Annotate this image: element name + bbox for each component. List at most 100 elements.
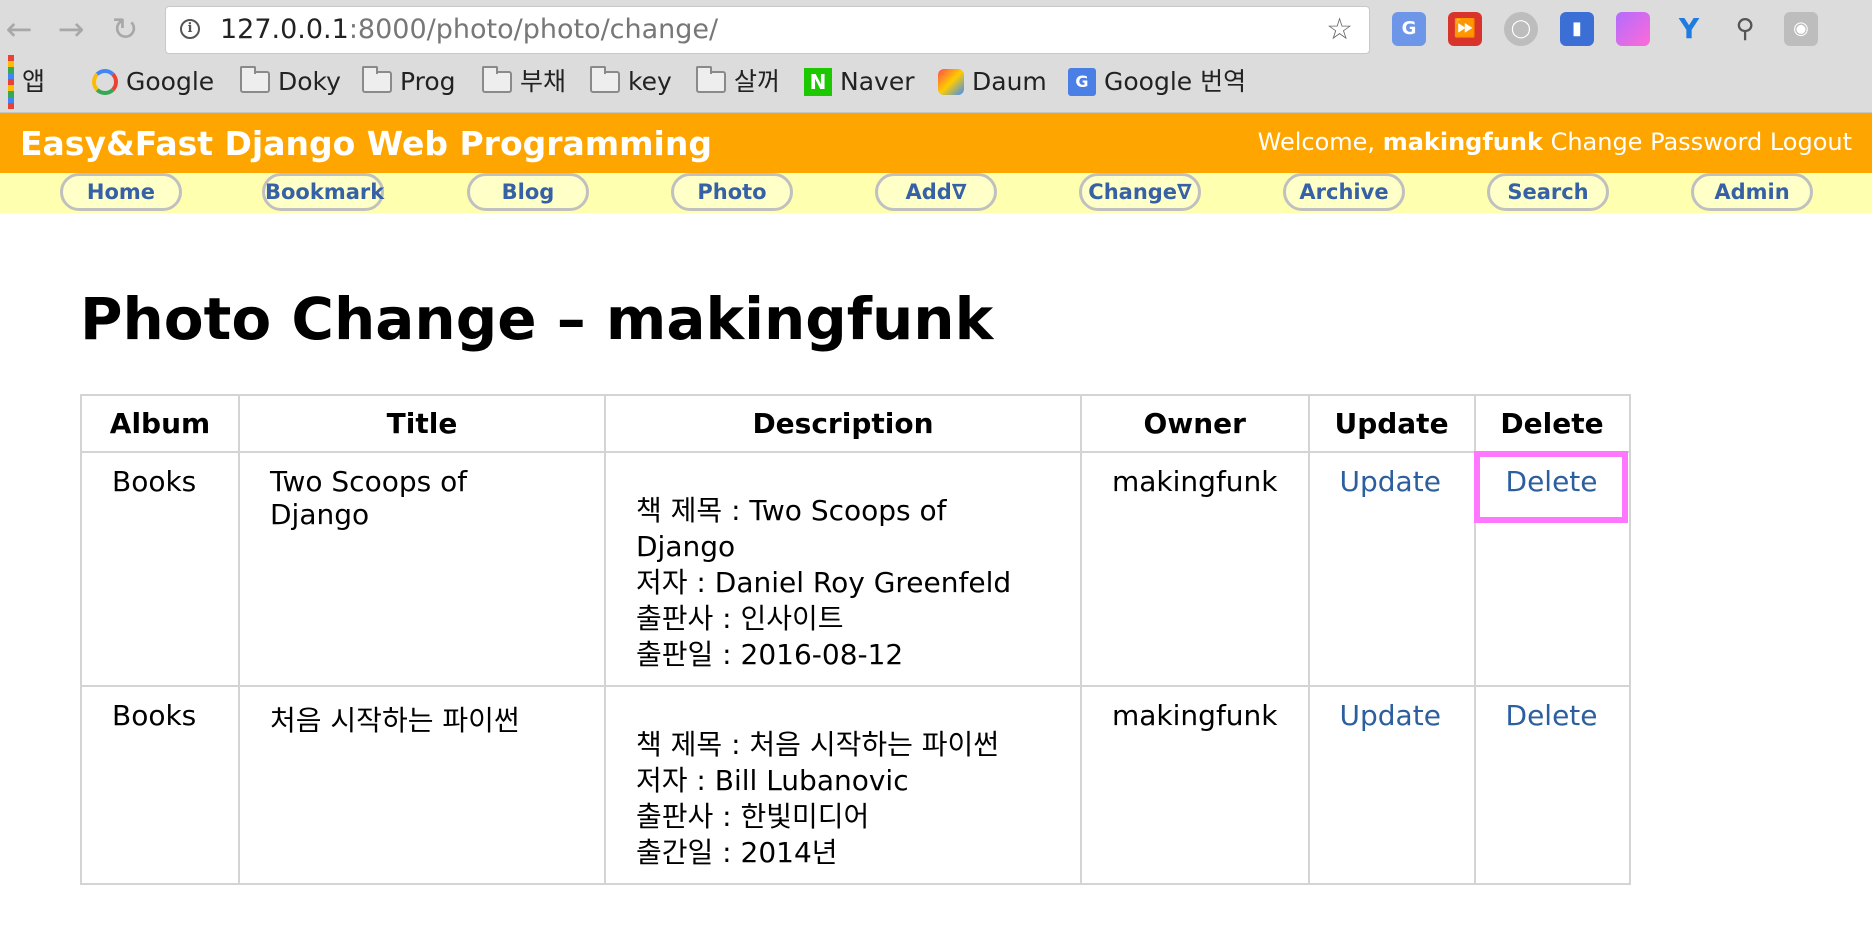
description-line: 출간일 : 2014년	[636, 836, 838, 869]
column-header-update: Update	[1307, 394, 1476, 453]
url-host: 127.0.0.1	[220, 14, 349, 45]
globe-extension-icon[interactable]: ◯	[1504, 12, 1538, 46]
highlight-box	[1473, 451, 1628, 523]
bookmark-daum[interactable]: Daum	[938, 64, 1047, 100]
bookmark-debt[interactable]: 부채	[482, 64, 566, 100]
description-line: 책 제목 : Two Scoops of Django	[636, 494, 947, 563]
photo-table: Album Title Description Owner Update Del…	[80, 394, 1631, 885]
bookmark-label: Doky	[278, 67, 341, 96]
bookmark-label: Google 번역	[1104, 67, 1247, 96]
column-header-description: Description	[604, 394, 1082, 453]
google-icon	[92, 69, 118, 95]
user-bar: Welcome, makingfunk Change Password Logo…	[1258, 128, 1852, 156]
delete-link[interactable]: Delete	[1506, 699, 1598, 732]
update-cell: Update	[1307, 685, 1476, 885]
back-arrow-icon[interactable]: ←	[0, 10, 38, 48]
key-extension-icon[interactable]: ⚲	[1728, 12, 1762, 46]
camera-extension-icon[interactable]: ◉	[1784, 12, 1818, 46]
apps-grid-icon	[8, 55, 14, 109]
folder-icon	[590, 66, 620, 93]
bookmark-label: 앱	[22, 67, 46, 96]
column-header-album: Album	[80, 394, 240, 453]
description-line: 출판사 : 한빛미디어	[636, 800, 870, 833]
update-link[interactable]: Update	[1340, 465, 1441, 498]
browser-chrome: ← → ↻ i 127.0.0.1:8000/photo/photo/chang…	[0, 0, 1872, 113]
column-header-owner: Owner	[1080, 394, 1310, 453]
bookmark-label: 부채	[520, 67, 567, 96]
bookmark-label: Daum	[972, 67, 1047, 96]
owner-cell: makingfunk	[1080, 451, 1310, 687]
description-line: 저자 : Bill Lubanovic	[636, 764, 909, 797]
bookmark-doky[interactable]: Doky	[240, 64, 341, 100]
owner-cell: makingfunk	[1080, 685, 1310, 885]
title-cell: Two Scoops of Django	[238, 451, 606, 687]
folder-icon	[240, 66, 270, 93]
bookmark-star-icon[interactable]: ☆	[1326, 13, 1353, 47]
column-header-delete: Delete	[1473, 394, 1631, 453]
bookmark-google[interactable]: Google	[92, 64, 214, 100]
album-cell: Books	[80, 451, 240, 687]
username: makingfunk	[1382, 128, 1543, 156]
menu-home[interactable]: Home	[60, 173, 182, 211]
update-link[interactable]: Update	[1340, 699, 1441, 732]
folder-icon	[362, 66, 392, 93]
description-text: 책 제목 : 처음 시작하는 파이썬 저자 : Bill Lubanovic 출판사…	[636, 727, 1050, 871]
menu-change[interactable]: Change∇	[1079, 173, 1201, 211]
site-header: Easy&Fast Django Web Programming Welcome…	[0, 113, 1872, 173]
url-text[interactable]: 127.0.0.1:8000/photo/photo/change/	[220, 15, 718, 45]
bookmark-to-buy[interactable]: 살꺼	[696, 64, 780, 100]
bookmark-prog[interactable]: Prog	[362, 64, 456, 100]
table-row: Books 처음 시작하는 파이썬 책 제목 : 처음 시작하는 파이썬 저자 :…	[80, 685, 1631, 885]
description-cell: 책 제목 : 처음 시작하는 파이썬 저자 : Bill Lubanovic 출판사…	[604, 685, 1082, 885]
menu-archive[interactable]: Archive	[1283, 173, 1405, 211]
forward-arrow-icon[interactable]: →	[52, 10, 90, 48]
title-cell: 처음 시작하는 파이썬	[238, 685, 606, 885]
main-menu: Home Bookmark Blog Photo Add∇ Change∇ Ar…	[0, 173, 1872, 213]
table-row: Books Two Scoops of Django 책 제목 : Two Sc…	[80, 451, 1631, 687]
table-header-row: Album Title Description Owner Update Del…	[80, 394, 1631, 453]
menu-admin[interactable]: Admin	[1691, 173, 1813, 211]
folder-icon	[696, 66, 726, 93]
album-cell: Books	[80, 685, 240, 885]
description-line: 책 제목 : 처음 시작하는 파이썬	[636, 728, 1000, 761]
page-title: Photo Change – makingfunk	[80, 285, 994, 353]
update-cell: Update	[1307, 451, 1476, 687]
bookmark-label: Naver	[840, 67, 915, 96]
folder-icon	[482, 66, 512, 93]
description-line: 출판사 : 인사이트	[636, 602, 844, 635]
logout-link[interactable]: Logout	[1770, 128, 1852, 156]
delete-cell: Delete	[1473, 451, 1631, 687]
menu-photo[interactable]: Photo	[671, 173, 793, 211]
bookmark-naver[interactable]: N Naver	[804, 64, 914, 100]
description-cell: 책 제목 : Two Scoops of Django 저자 : Daniel R…	[604, 451, 1082, 687]
description-line: 출판일 : 2016-08-12	[636, 638, 904, 671]
naver-icon: N	[804, 68, 832, 96]
welcome-text: Welcome,	[1257, 128, 1383, 156]
reload-icon[interactable]: ↻	[106, 10, 144, 48]
delete-cell: Delete	[1473, 685, 1631, 885]
menu-search[interactable]: Search	[1487, 173, 1609, 211]
change-password-link[interactable]: Change Password	[1551, 128, 1763, 156]
address-bar[interactable]: i 127.0.0.1:8000/photo/photo/change/ ☆	[165, 6, 1370, 54]
bookmark-key[interactable]: key	[590, 64, 672, 100]
bookmark-apps[interactable]: 앱	[8, 55, 46, 109]
daum-icon	[938, 69, 964, 95]
column-header-title: Title	[238, 394, 606, 453]
bookmark-label: Google	[126, 67, 215, 96]
menu-add[interactable]: Add∇	[875, 173, 997, 211]
description-text: 책 제목 : Two Scoops of Django 저자 : Daniel R…	[636, 493, 1050, 673]
url-path: :8000/photo/photo/change/	[348, 14, 719, 45]
y-extension-icon[interactable]: Y	[1672, 12, 1706, 46]
bookmark-extension-icon[interactable]: ▮	[1560, 12, 1594, 46]
site-title[interactable]: Easy&Fast Django Web Programming	[20, 124, 712, 163]
menu-blog[interactable]: Blog	[467, 173, 589, 211]
color-extension-icon[interactable]	[1616, 12, 1650, 46]
menu-bookmark[interactable]: Bookmark	[262, 173, 384, 211]
google-translate-icon: G	[1068, 68, 1096, 96]
bookmark-google-translate[interactable]: G Google 번역	[1068, 64, 1246, 100]
video-extension-icon[interactable]: ⏩	[1448, 12, 1482, 46]
bookmark-label: 살꺼	[734, 67, 781, 96]
site-info-icon[interactable]: i	[180, 19, 200, 39]
google-translate-extension-icon[interactable]: G	[1392, 12, 1426, 46]
description-line: 저자 : Daniel Roy Greenfeld	[636, 566, 1012, 599]
